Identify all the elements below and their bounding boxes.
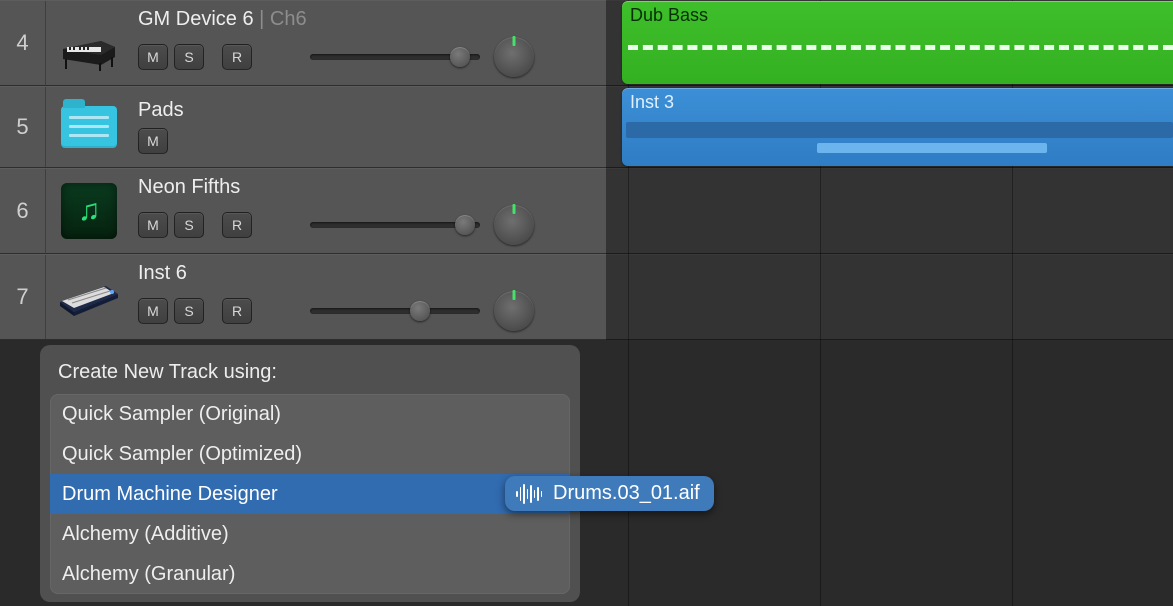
music-note-icon: ♫	[61, 183, 117, 239]
volume-thumb[interactable]	[450, 47, 470, 67]
mute-button[interactable]: M	[138, 128, 168, 154]
volume-thumb[interactable]	[455, 215, 475, 235]
popup-item-quick-sampler-original[interactable]: Quick Sampler (Original)	[50, 394, 570, 434]
folder-icon	[61, 106, 117, 148]
popup-item-quick-sampler-optimized[interactable]: Quick Sampler (Optimized)	[50, 434, 570, 474]
arrange-lane[interactable]	[606, 168, 1173, 254]
volume-thumb[interactable]	[410, 301, 430, 321]
solo-button[interactable]: S	[174, 44, 204, 70]
pan-knob[interactable]	[494, 205, 534, 245]
track-number: 7	[0, 255, 46, 339]
popup-item-drum-machine-designer[interactable]: Drum Machine Designer	[50, 474, 570, 514]
mute-button[interactable]: M	[138, 298, 168, 324]
record-button[interactable]: R	[222, 212, 252, 238]
popup-title: Create New Track using:	[40, 361, 580, 394]
arrange-lane[interactable]	[606, 254, 1173, 340]
track-number: 4	[0, 1, 46, 85]
track-icon	[46, 255, 132, 339]
track-row[interactable]: 7 Inst 6 M S R	[0, 254, 606, 340]
solo-button[interactable]: S	[174, 298, 204, 324]
solo-button[interactable]: S	[174, 212, 204, 238]
record-button[interactable]: R	[222, 298, 252, 324]
midi-region-inst-3[interactable]: Inst 3	[622, 88, 1173, 166]
volume-slider[interactable]	[310, 222, 480, 228]
drag-file-name: Drums.03_01.aif	[553, 482, 700, 505]
region-label: Dub Bass	[630, 5, 708, 25]
track-icon	[46, 87, 132, 167]
region-content-icon	[626, 122, 1173, 138]
popup-list: Quick Sampler (Original) Quick Sampler (…	[50, 394, 570, 594]
popup-item-alchemy-additive[interactable]: Alchemy (Additive)	[50, 514, 570, 554]
record-button[interactable]: R	[222, 44, 252, 70]
track-name: GM Device 6	[138, 8, 254, 30]
mute-button[interactable]: M	[138, 44, 168, 70]
pan-knob[interactable]	[494, 291, 534, 331]
track-row[interactable]: 4 GM Device 6 | Ch6 M S R	[0, 0, 606, 86]
popup-item-alchemy-granular[interactable]: Alchemy (Granular)	[50, 554, 570, 594]
track-list: 4 GM Device 6 | Ch6 M S R	[0, 0, 606, 340]
track-icon: ♫	[46, 169, 132, 253]
mute-button[interactable]: M	[138, 212, 168, 238]
track-name: Inst 6	[138, 262, 187, 284]
volume-slider[interactable]	[310, 308, 480, 314]
audio-file-icon	[515, 483, 543, 505]
track-number: 6	[0, 169, 46, 253]
arrange-area[interactable]: Dub Bass Inst 3	[606, 0, 1173, 606]
piano-icon	[57, 15, 121, 71]
volume-slider[interactable]	[310, 54, 480, 60]
keyboard-icon	[56, 274, 122, 320]
track-icon	[46, 1, 132, 85]
region-content-icon	[817, 143, 1047, 153]
region-label: Inst 3	[630, 92, 674, 112]
midi-region-dub-bass[interactable]: Dub Bass	[622, 1, 1173, 84]
arrange-empty-area[interactable]	[606, 340, 1173, 606]
track-name: Neon Fifths	[138, 176, 240, 198]
track-row[interactable]: 5 Pads M	[0, 86, 606, 168]
create-track-popup: Create New Track using: Quick Sampler (O…	[40, 345, 580, 602]
track-row[interactable]: 6 ♫ Neon Fifths M S R	[0, 168, 606, 254]
region-content-icon	[628, 45, 1173, 50]
track-channel: Ch6	[270, 8, 307, 30]
drag-file-badge[interactable]: Drums.03_01.aif	[505, 476, 714, 511]
track-name: Pads	[138, 99, 184, 121]
pan-knob[interactable]	[494, 37, 534, 77]
track-number: 5	[0, 87, 46, 167]
